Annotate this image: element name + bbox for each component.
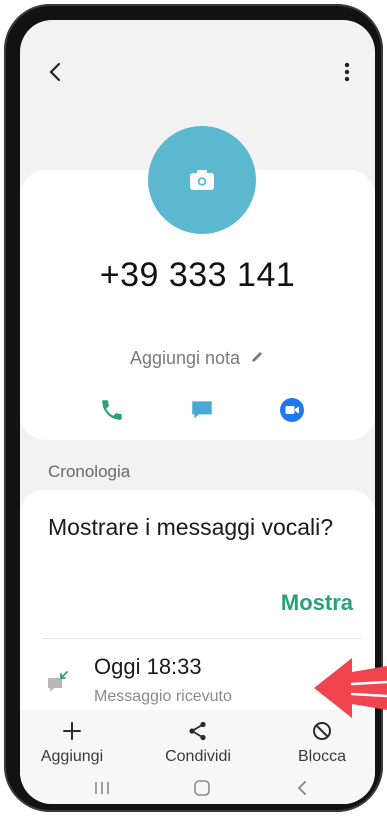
voicemail-prompt: Mostrare i messaggi vocali?: [48, 514, 334, 540]
phone-number: +39 333 141: [99, 256, 296, 294]
contact-avatar: [148, 126, 256, 234]
history-entry-subtitle: Messaggio ricevuto: [94, 688, 232, 705]
video-icon: [280, 398, 304, 422]
add-note-button[interactable]: Aggiungi nota: [20, 348, 375, 370]
back-arrow-icon: [49, 62, 61, 82]
camera-icon: [190, 170, 214, 190]
top-bar: [20, 20, 375, 100]
home-button[interactable]: [182, 776, 222, 800]
incoming-message-icon: [46, 670, 70, 696]
show-voicemail-button[interactable]: Mostra: [281, 590, 353, 616]
phone-icon: [102, 400, 122, 420]
pencil-icon: [249, 349, 265, 370]
video-call-button[interactable]: [272, 390, 312, 430]
nav-back-button[interactable]: [282, 776, 322, 800]
annotation-arrow-icon: [314, 658, 387, 718]
message-icon: [192, 401, 212, 419]
plus-icon: [63, 722, 81, 740]
history-entry-time: Oggi 18:33: [94, 654, 202, 679]
nav-back-icon: [297, 781, 306, 795]
share-button[interactable]: Condividi: [148, 718, 248, 766]
call-button[interactable]: [92, 390, 132, 430]
share-icon: [189, 721, 206, 741]
contact-actions: [20, 390, 375, 430]
more-options-button[interactable]: [337, 58, 357, 86]
message-button[interactable]: [182, 390, 222, 430]
home-icon: [194, 780, 210, 796]
recent-apps-button[interactable]: [82, 776, 122, 800]
add-button[interactable]: Aggiungi: [22, 718, 122, 766]
add-note-label: Aggiungi nota: [129, 348, 241, 368]
history-section-label: Cronologia: [48, 462, 131, 481]
divider: [42, 638, 361, 639]
system-nav-bar: [20, 772, 375, 804]
more-vertical-icon: [344, 62, 350, 82]
add-label: Aggiungi: [40, 748, 104, 765]
recent-apps-icon: [95, 782, 109, 794]
block-label: Blocca: [297, 748, 347, 765]
back-button[interactable]: [42, 58, 70, 86]
share-label: Condividi: [165, 748, 231, 765]
